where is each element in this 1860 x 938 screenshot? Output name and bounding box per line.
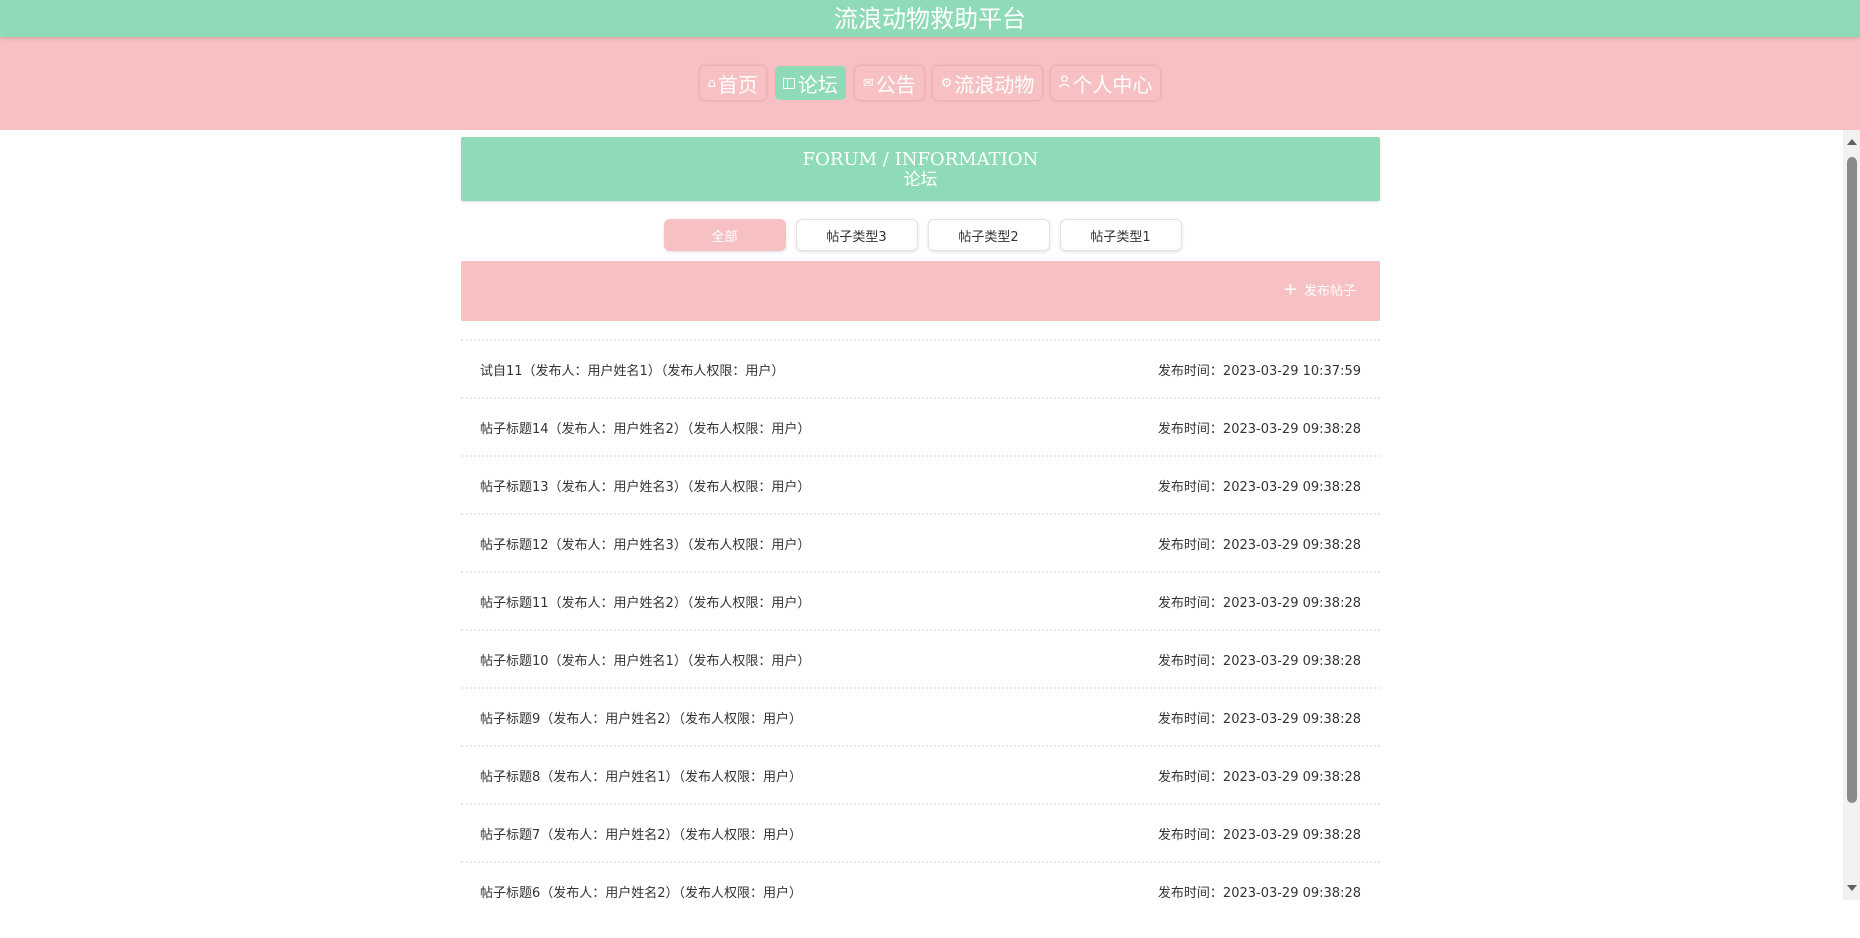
nav-item-announcements[interactable]: ✉ 公告 [854,66,924,100]
page-title-en: FORUM / INFORMATION [802,149,1039,170]
main-nav: ⌂ 首页 论坛 ✉ 公告 ⚙ 流浪动物 个人中心 [0,66,1860,100]
post-time: 发布时间：2023-03-29 10:37:59 [1157,363,1361,379]
publish-bar: + 发布帖子 [461,261,1380,321]
mail-icon: ✉ [862,75,874,91]
post-time: 发布时间：2023-03-29 09:38:28 [1157,711,1361,727]
nav-item-profile[interactable]: 个人中心 [1051,66,1161,100]
post-time: 发布时间：2023-03-29 09:38:28 [1157,537,1361,553]
nav-item-label: 首页 [717,72,758,97]
nav-item-label: 论坛 [797,72,838,97]
post-row[interactable]: 帖子标题13（发布人：用户姓名3）（发布人权限：用户） 发布时间：2023-03… [461,457,1380,515]
scroll-up-arrow-icon[interactable] [1847,139,1857,145]
nav-item-home[interactable]: ⌂ 首页 [699,66,766,100]
post-row[interactable]: 帖子标题10（发布人：用户姓名1）（发布人权限：用户） 发布时间：2023-03… [461,631,1380,689]
post-list: 试自11（发布人：用户姓名1）（发布人权限：用户） 发布时间：2023-03-2… [461,339,1380,900]
post-row[interactable]: 帖子标题11（发布人：用户姓名2）（发布人权限：用户） 发布时间：2023-03… [461,573,1380,631]
home-icon: ⌂ [707,75,716,91]
publish-post-button[interactable]: + 发布帖子 [1283,280,1356,299]
nav-item-stray-animals[interactable]: ⚙ 流浪动物 [932,66,1043,100]
post-row[interactable]: 帖子标题14（发布人：用户姓名2）（发布人权限：用户） 发布时间：2023-03… [461,399,1380,457]
tab-post-type-1[interactable]: 帖子类型1 [1059,219,1182,251]
post-title: 帖子标题12（发布人：用户姓名3）（发布人权限：用户） [480,537,811,553]
post-title: 试自11（发布人：用户姓名1）（发布人权限：用户） [480,363,785,379]
post-title: 帖子标题11（发布人：用户姓名2）（发布人权限：用户） [480,595,811,611]
post-title: 帖子标题7（发布人：用户姓名2）（发布人权限：用户） [480,827,803,843]
gift-icon [782,77,795,89]
vertical-scrollbar[interactable] [1843,130,1860,900]
post-time: 发布时间：2023-03-29 09:38:28 [1157,653,1361,669]
post-row[interactable]: 帖子标题6（发布人：用户姓名2）（发布人权限：用户） 发布时间：2023-03-… [461,863,1380,901]
post-title: 帖子标题9（发布人：用户姓名2）（发布人权限：用户） [480,711,803,727]
post-time: 发布时间：2023-03-29 09:38:28 [1157,769,1361,785]
nav-band: ⌂ 首页 论坛 ✉ 公告 ⚙ 流浪动物 个人中心 [0,37,1860,130]
post-title: 帖子标题10（发布人：用户姓名1）（发布人权限：用户） [480,653,811,669]
site-header: 流浪动物救助平台 [0,0,1860,37]
post-time: 发布时间：2023-03-29 09:38:28 [1157,827,1361,843]
user-icon [1059,75,1071,91]
nav-item-label: 流浪动物 [954,72,1035,97]
post-row[interactable]: 试自11（发布人：用户姓名1）（发布人权限：用户） 发布时间：2023-03-2… [461,341,1380,399]
site-title: 流浪动物救助平台 [834,5,1026,33]
page-title: 论坛 [903,170,938,190]
plus-icon: + [1282,278,1298,300]
main-content[interactable]: FORUM / INFORMATION 论坛 全部 帖子类型3 帖子类型2 帖子… [0,130,1845,900]
post-time: 发布时间：2023-03-29 09:38:28 [1157,595,1361,611]
category-tabs: 全部 帖子类型3 帖子类型2 帖子类型1 [0,219,1845,251]
post-time: 发布时间：2023-03-29 09:38:28 [1157,479,1361,495]
tab-all[interactable]: 全部 [663,219,786,251]
post-row[interactable]: 帖子标题9（发布人：用户姓名2）（发布人权限：用户） 发布时间：2023-03-… [461,689,1380,747]
post-row[interactable]: 帖子标题8（发布人：用户姓名1）（发布人权限：用户） 发布时间：2023-03-… [461,747,1380,805]
post-time: 发布时间：2023-03-29 09:38:28 [1157,421,1361,437]
post-title: 帖子标题6（发布人：用户姓名2）（发布人权限：用户） [480,885,803,901]
publish-post-label: 发布帖子 [1303,284,1356,299]
tab-post-type-2[interactable]: 帖子类型2 [927,219,1050,251]
post-title: 帖子标题14（发布人：用户姓名2）（发布人权限：用户） [480,421,811,437]
nav-item-label: 个人中心 [1072,72,1153,97]
post-row[interactable]: 帖子标题12（发布人：用户姓名3）（发布人权限：用户） 发布时间：2023-03… [461,515,1380,573]
settings-icon: ⚙ [940,75,953,91]
post-time: 发布时间：2023-03-29 09:38:28 [1157,885,1361,901]
post-title: 帖子标题8（发布人：用户姓名1）（发布人权限：用户） [480,769,803,785]
tab-post-type-3[interactable]: 帖子类型3 [795,219,918,251]
nav-item-label: 公告 [875,72,916,97]
post-row[interactable]: 帖子标题7（发布人：用户姓名2）（发布人权限：用户） 发布时间：2023-03-… [461,805,1380,863]
scroll-down-arrow-icon[interactable] [1847,885,1857,891]
nav-item-forum[interactable]: 论坛 [774,66,846,100]
page-header: FORUM / INFORMATION 论坛 [461,137,1380,201]
post-title: 帖子标题13（发布人：用户姓名3）（发布人权限：用户） [480,479,811,495]
scrollbar-thumb[interactable] [1847,157,1857,803]
